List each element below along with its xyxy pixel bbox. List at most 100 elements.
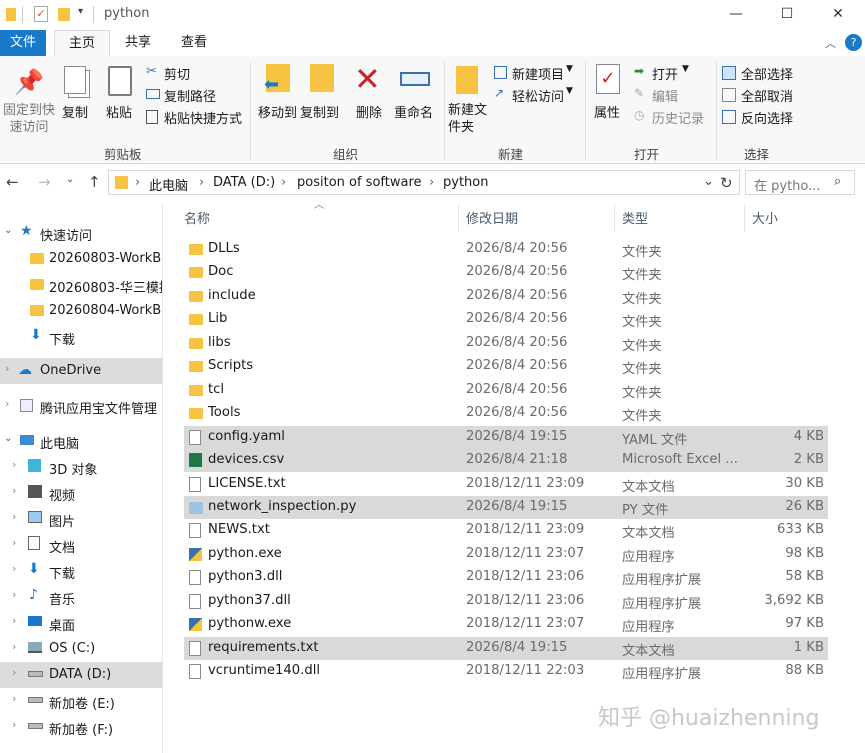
column-divider bbox=[614, 204, 615, 232]
group-divider bbox=[716, 62, 717, 160]
new-item-button[interactable]: 新建项目 ▼ bbox=[494, 64, 584, 84]
easy-access-button[interactable]: ↗ 轻松访问 ▼ bbox=[494, 86, 584, 106]
file-row[interactable]: Tools 2026/8/4 20:56 文件夹 bbox=[184, 402, 828, 425]
search-input[interactable]: 在 pytho... ⌕ bbox=[745, 170, 855, 195]
history-button[interactable]: ◷ 历史记录 bbox=[634, 108, 714, 128]
copy-to-button[interactable]: 复制到 bbox=[300, 64, 344, 134]
breadcrumb-python[interactable]: python bbox=[443, 175, 488, 190]
search-icon[interactable]: ⌕ bbox=[834, 174, 841, 189]
column-header-date[interactable]: 修改日期 bbox=[466, 208, 518, 227]
minimize-button[interactable]: — bbox=[713, 0, 759, 30]
edit-button[interactable]: ✎ 编辑 bbox=[634, 86, 714, 106]
invert-selection-button[interactable]: 反向选择 bbox=[722, 108, 822, 128]
nav-downloads[interactable]: › ⬇ 下载 bbox=[0, 558, 162, 584]
copy-path-button[interactable]: 复制路径 bbox=[146, 86, 246, 106]
nav-pictures[interactable]: › 图片 bbox=[0, 506, 162, 532]
maximize-button[interactable]: ☐ bbox=[764, 0, 810, 30]
pin-icon: 📌 bbox=[14, 68, 44, 96]
refresh-icon[interactable]: ↻ bbox=[720, 174, 733, 192]
breadcrumb-data-drive[interactable]: DATA (D:) bbox=[213, 175, 275, 190]
help-icon[interactable]: ? bbox=[845, 34, 862, 51]
new-folder-label: 新建文件夹 bbox=[448, 103, 488, 135]
forward-arrow-icon[interactable]: → bbox=[38, 173, 51, 191]
nav-quick-access[interactable]: ⌄ ★ 快速访问 bbox=[0, 220, 162, 246]
file-row[interactable]: python37.dll 2018/12/11 23:06 应用程序扩展 3,692 … bbox=[184, 590, 828, 613]
column-header-size[interactable]: 大小 bbox=[752, 208, 778, 227]
text-file-icon bbox=[189, 640, 201, 656]
file-row[interactable]: Doc 2026/8/4 20:56 文件夹 bbox=[184, 261, 828, 284]
select-none-button[interactable]: 全部取消 bbox=[722, 86, 822, 106]
new-folder-button[interactable]: 新建文件夹 bbox=[446, 64, 490, 140]
rename-button[interactable]: 重命名 bbox=[394, 64, 440, 134]
nav-item-downloads-quick[interactable]: ⬇ 下载 bbox=[0, 324, 162, 350]
file-row[interactable]: config.yaml 2026/8/4 19:15 YAML 文件 4 KB bbox=[184, 425, 828, 449]
tab-home[interactable]: 主页 bbox=[54, 30, 110, 56]
delete-button[interactable]: ✕ 删除 bbox=[352, 60, 390, 134]
open-button[interactable]: ➡ 打开 ▼ bbox=[634, 64, 714, 84]
quick-access-toolbar-dropdown-icon[interactable]: ▾ bbox=[78, 6, 83, 17]
file-size: 97 KB bbox=[785, 616, 824, 632]
select-group-label: 选择 bbox=[744, 147, 770, 162]
paste-shortcut-button[interactable]: 粘贴快捷方式 bbox=[146, 108, 246, 128]
tab-view[interactable]: 查看 bbox=[168, 30, 220, 56]
nav-this-pc[interactable]: ⌄ 此电脑 bbox=[0, 428, 162, 454]
collapse-ribbon-icon[interactable]: ︿ bbox=[825, 35, 836, 51]
file-row[interactable]: vcruntime140.dll 2018/12/11 22:03 应用程序扩展 88… bbox=[184, 660, 828, 683]
nav-3d-objects[interactable]: › 3D 对象 bbox=[0, 454, 162, 480]
paste-button[interactable]: 粘贴 bbox=[102, 64, 140, 124]
file-row[interactable]: include 2026/8/4 20:56 文件夹 bbox=[184, 285, 828, 308]
chevron-down-icon[interactable]: ⌄ bbox=[703, 174, 714, 189]
picture-icon bbox=[28, 511, 42, 523]
file-row[interactable]: LICENSE.txt 2018/12/11 23:09 文本文档 30 KB bbox=[184, 473, 828, 496]
file-row[interactable]: libs 2026/8/4 20:56 文件夹 bbox=[184, 332, 828, 355]
nav-os-c[interactable]: › OS (C:) bbox=[0, 636, 162, 662]
copy-button[interactable]: 复制 bbox=[58, 64, 96, 124]
address-bar[interactable]: › 此电脑 › DATA (D:) › positon of software … bbox=[108, 170, 740, 195]
nav-desktop[interactable]: › 桌面 bbox=[0, 610, 162, 636]
column-header-name[interactable]: 名称 bbox=[184, 208, 210, 227]
file-row[interactable]: python.exe 2018/12/11 23:07 应用程序 98 KB bbox=[184, 543, 828, 566]
nav-volume-f[interactable]: › 新加卷 (F:) bbox=[0, 714, 162, 740]
file-row[interactable]: DLLs 2026/8/4 20:56 文件夹 bbox=[184, 238, 828, 261]
properties-button[interactable]: ✓ 属性 bbox=[590, 64, 630, 134]
nav-music[interactable]: › ♪ 音乐 bbox=[0, 584, 162, 610]
nav-data-d[interactable]: › DATA (D:) bbox=[0, 662, 162, 688]
select-all-button[interactable]: 全部选择 bbox=[722, 64, 822, 84]
copy-to-label: 复制到 bbox=[300, 106, 340, 121]
recent-locations-icon[interactable]: ⌄ bbox=[66, 174, 74, 185]
file-row[interactable]: NEWS.txt 2018/12/11 23:09 文本文档 633 KB bbox=[184, 519, 828, 542]
nav-item-workbu-0803[interactable]: 20260803-WorkBu bbox=[0, 246, 162, 272]
pin-label: 固定到快速访问 bbox=[3, 103, 56, 135]
nav-onedrive[interactable]: › ☁ OneDrive bbox=[0, 358, 162, 384]
file-type: PY 文件 bbox=[622, 502, 669, 518]
breadcrumb-positon-of-software[interactable]: positon of software bbox=[297, 175, 422, 190]
breadcrumb-this-pc[interactable]: 此电脑 bbox=[149, 175, 188, 194]
file-row[interactable]: requirements.txt 2026/8/4 19:15 文本文档 1 KB bbox=[184, 636, 828, 660]
file-row[interactable]: pythonw.exe 2018/12/11 23:07 应用程序 97 KB bbox=[184, 613, 828, 636]
file-row[interactable]: network_inspection.py 2026/8/4 19:15 PY 文件… bbox=[184, 495, 828, 519]
nav-volume-e[interactable]: › 新加卷 (E:) bbox=[0, 688, 162, 714]
properties-quick-icon[interactable]: ✓ bbox=[34, 6, 48, 22]
column-header-type[interactable]: 类型 bbox=[622, 208, 648, 227]
nav-item-h3c-0803[interactable]: 20260803-华三模拟 bbox=[0, 272, 162, 298]
file-row[interactable]: Lib 2026/8/4 20:56 文件夹 bbox=[184, 308, 828, 331]
tab-file[interactable]: 文件 bbox=[0, 30, 46, 56]
nav-tencent[interactable]: › 腾讯应用宝文件管理 bbox=[0, 393, 162, 419]
close-button[interactable]: ✕ bbox=[815, 0, 861, 30]
up-arrow-icon[interactable]: ↑ bbox=[88, 173, 101, 191]
cut-button[interactable]: ✂ 剪切 bbox=[146, 64, 246, 84]
back-arrow-icon[interactable]: ← bbox=[6, 173, 19, 191]
file-row[interactable]: python3.dll 2018/12/11 23:06 应用程序扩展 58 KB bbox=[184, 566, 828, 589]
star-icon: ★ bbox=[20, 223, 33, 239]
move-to-button[interactable]: ⬅ 移动到 bbox=[256, 64, 300, 134]
nav-documents[interactable]: › 文档 bbox=[0, 532, 162, 558]
file-row[interactable]: devices.csv 2026/8/4 21:18 Microsoft Excel… bbox=[184, 449, 828, 473]
nav-item-workbu-0804[interactable]: 20260804-WorkBu bbox=[0, 298, 162, 324]
pin-to-quick-access-button[interactable]: 📌 固定到快速访问 bbox=[0, 64, 56, 142]
tab-share[interactable]: 共享 bbox=[112, 30, 164, 56]
file-row[interactable]: Scripts 2026/8/4 20:56 文件夹 bbox=[184, 355, 828, 378]
new-folder-quick-icon[interactable] bbox=[58, 8, 70, 21]
chevron-right-icon: › bbox=[5, 397, 10, 410]
file-row[interactable]: tcl 2026/8/4 20:56 文件夹 bbox=[184, 379, 828, 402]
nav-videos[interactable]: › 视频 bbox=[0, 480, 162, 506]
